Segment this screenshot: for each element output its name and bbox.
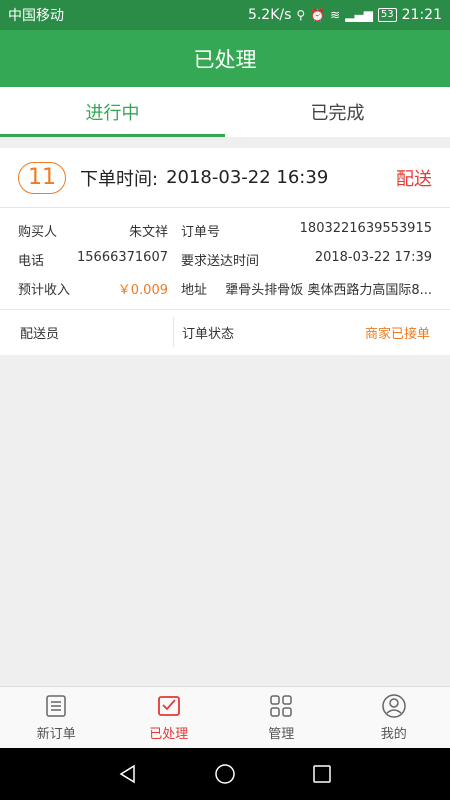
wifi-icon: ≋ [330,8,341,22]
order-number-badge: 11 [18,161,66,194]
back-icon[interactable] [117,763,139,785]
location-icon: ⚲ [296,8,306,22]
phone-number[interactable]: 15666371607 [77,250,168,269]
nav-processed[interactable]: 已处理 [113,687,226,748]
address-label: 地址 [181,283,208,298]
address-value: 犟骨头排骨饭 奥体西路力高国际8... [225,283,432,298]
nav-manage-label: 管理 [268,727,295,742]
status-icons: 5.2K/s ⚲ ⏰ ≋ ▂▄▆ 53 21:21 [248,7,442,23]
page-title: 已处理 [193,47,257,72]
info-row: 预计收入 ￥0.009 地址 犟骨头排骨饭 奥体西路力高国际8... [0,274,450,303]
network-speed: 5.2K/s [247,7,292,23]
nav-new-order[interactable]: 新订单 [0,687,113,748]
order-card-header: 11 下单时间: 2018-03-22 16:39 配送 [0,148,450,208]
profile-icon [382,694,406,718]
order-time-label: 下单时间: [80,168,159,190]
order-card[interactable]: 11 下单时间: 2018-03-22 16:39 配送 购买人 朱文祥 订单号… [0,148,450,355]
alarm-icon: ⏰ [310,8,326,22]
income-value: ￥0.009 [117,283,168,298]
order-status-label: 订单状态 [182,326,235,342]
buyer-label: 购买人 [18,225,58,240]
income-label: 预计收入 [18,283,71,298]
processed-icon [157,696,180,716]
carrier-name: 中国移动 [8,8,64,24]
recents-icon[interactable] [311,763,333,785]
tab-in-progress[interactable]: 进行中 [0,87,225,137]
nav-new-order-label: 新订单 [36,727,76,742]
buyer-name: 朱文祥 [128,225,168,240]
nav-manage[interactable]: 管理 [225,687,338,748]
order-time: 2018-03-22 16:39 [166,167,329,188]
order-no-label: 订单号 [181,225,221,240]
bottom-nav: 新订单 已处理 管理 我的 [0,686,450,748]
nav-profile-label: 我的 [380,727,407,742]
home-icon[interactable] [214,763,236,785]
signal-icon: ▂▄▆ [345,8,373,22]
nav-processed-label: 已处理 [149,727,189,742]
info-row: 电话 15666371607 要求送达时间 2018-03-22 17:39 [0,245,450,274]
clock: 21:21 [401,7,442,23]
required-time-label: 要求送达时间 [181,254,260,269]
order-status: 商家已接单 [364,326,430,342]
nav-profile[interactable]: 我的 [338,687,450,748]
info-row: 购买人 朱文祥 订单号 1803221639553915 [0,216,450,245]
delivery-type: 配送 [396,168,432,190]
status-bar: 中国移动 5.2K/s ⚲ ⏰ ≋ ▂▄▆ 53 21:21 [0,0,450,30]
new-order-icon [46,695,66,717]
system-nav-bar [0,748,450,800]
order-tabs: 进行中 已完成 [0,87,450,137]
battery-icon: 53 [377,8,397,22]
required-time: 2018-03-22 17:39 [314,250,432,265]
tab-completed[interactable]: 已完成 [225,87,450,137]
courier-label: 配送员 [20,326,60,342]
page-header: 已处理 [0,30,450,87]
order-no: 1803221639553915 [299,221,432,236]
order-info: 购买人 朱文祥 订单号 1803221639553915 电话 15666371… [0,208,450,310]
grid-icon [270,695,292,717]
phone-label: 电话 [18,254,45,269]
order-card-footer: 配送员 订单状态 商家已接单 [0,310,450,354]
